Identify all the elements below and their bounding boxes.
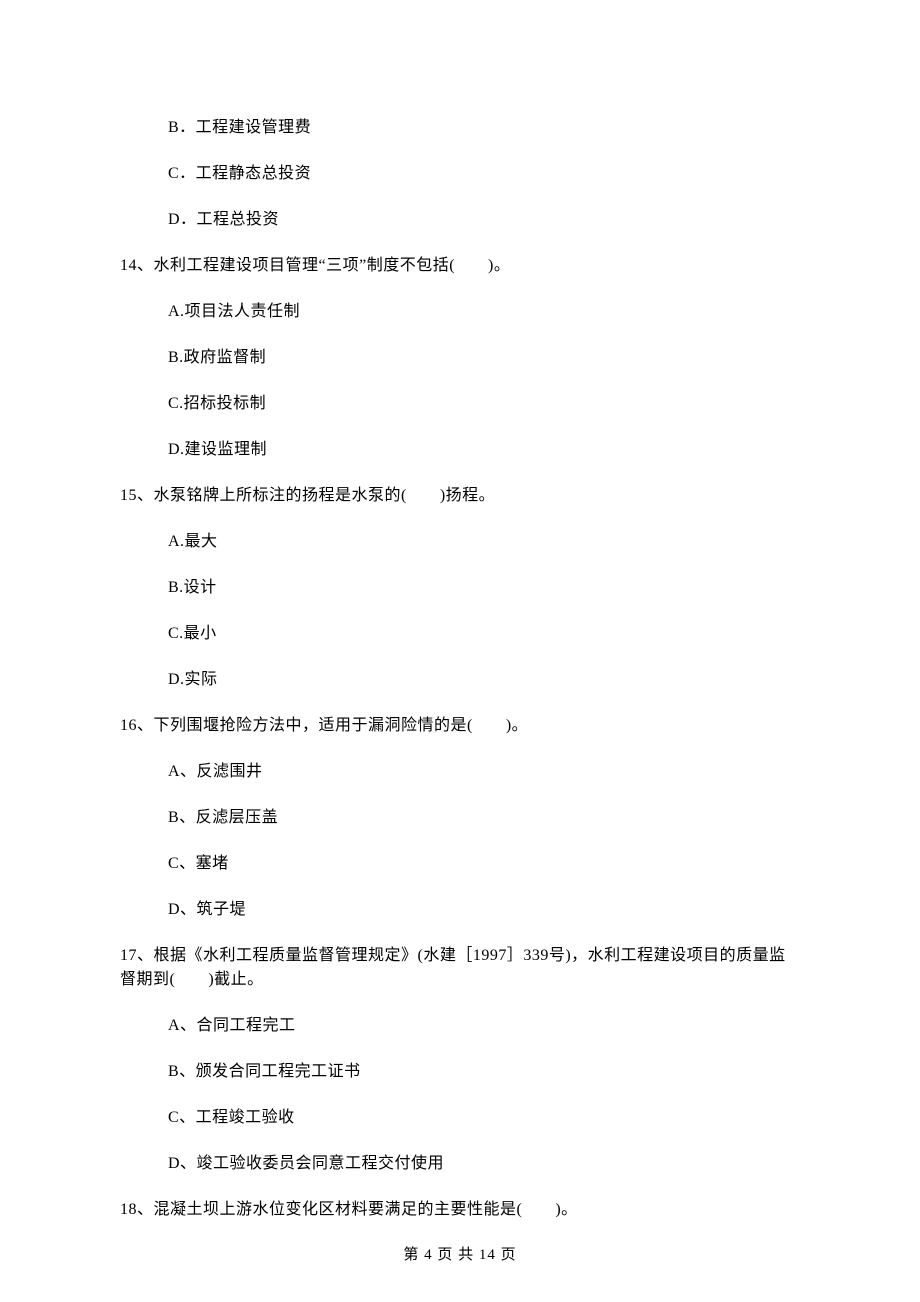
q14-option-d: D.建设监理制 [168, 438, 800, 462]
page-content: B．工程建设管理费 C．工程静态总投资 D．工程总投资 14、水利工程建设项目管… [0, 0, 920, 1222]
option-b: B．工程建设管理费 [168, 116, 800, 140]
question-17: 17、根据《水利工程质量监督管理规定》(水建［1997］339号)，水利工程建设… [120, 944, 800, 992]
q16-option-d: D、筑子堤 [168, 898, 800, 922]
q16-option-c: C、塞堵 [168, 852, 800, 876]
q17-option-a: A、合同工程完工 [168, 1014, 800, 1038]
q14-option-c: C.招标投标制 [168, 392, 800, 416]
q14-option-a: A.项目法人责任制 [168, 300, 800, 324]
q15-option-c: C.最小 [168, 622, 800, 646]
q15-option-a: A.最大 [168, 530, 800, 554]
question-18: 18、混凝土坝上游水位变化区材料要满足的主要性能是( )。 [120, 1198, 800, 1222]
q16-option-b: B、反滤层压盖 [168, 806, 800, 830]
q17-option-c: C、工程竣工验收 [168, 1106, 800, 1130]
option-c: C．工程静态总投资 [168, 162, 800, 186]
page-footer: 第 4 页 共 14 页 [0, 1244, 920, 1267]
q17-option-b: B、颁发合同工程完工证书 [168, 1060, 800, 1084]
q16-option-a: A、反滤围井 [168, 760, 800, 784]
question-16: 16、下列围堰抢险方法中，适用于漏洞险情的是( )。 [120, 714, 800, 738]
option-d: D．工程总投资 [168, 208, 800, 232]
question-14: 14、水利工程建设项目管理“三项”制度不包括( )。 [120, 254, 800, 278]
q15-option-d: D.实际 [168, 668, 800, 692]
q14-option-b: B.政府监督制 [168, 346, 800, 370]
question-15: 15、水泵铭牌上所标注的扬程是水泵的( )扬程。 [120, 484, 800, 508]
q17-option-d: D、竣工验收委员会同意工程交付使用 [168, 1152, 800, 1176]
q15-option-b: B.设计 [168, 576, 800, 600]
